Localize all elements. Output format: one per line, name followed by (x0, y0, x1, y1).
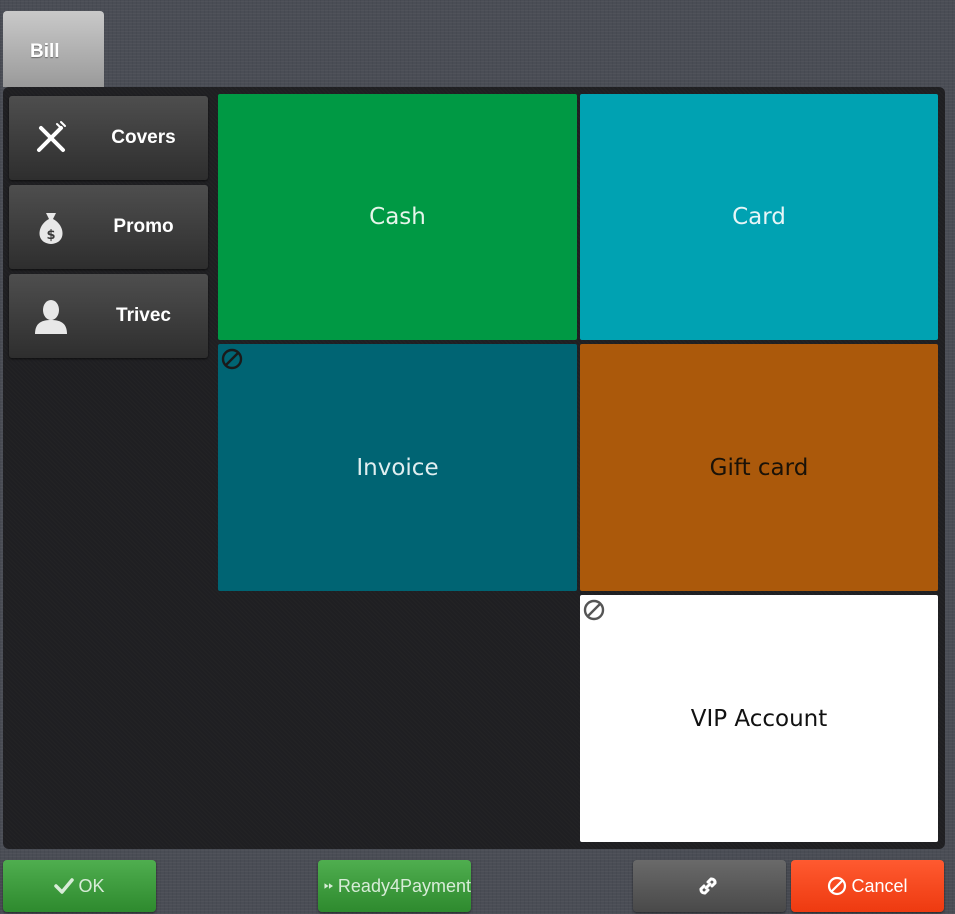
link-icon (698, 877, 717, 895)
invoice-tile[interactable]: Invoice (218, 344, 577, 591)
vip-account-tile[interactable]: VIP Account (580, 595, 938, 842)
ready-for-payment-button[interactable]: Ready4Payment (318, 860, 471, 912)
covers-button[interactable]: Covers (9, 96, 208, 180)
card-tile[interactable]: Card (580, 94, 938, 340)
covers-label: Covers (111, 127, 176, 148)
ok-button[interactable]: OK (3, 860, 156, 912)
cancel-button[interactable]: Cancel (791, 860, 944, 912)
user-icon (31, 296, 71, 336)
trivec-label: Trivec (116, 305, 171, 326)
checkmark-icon (54, 878, 75, 894)
gift-card-label: Gift card (709, 454, 809, 481)
fast-forward-icon (324, 883, 334, 889)
cancel-label: Cancel (851, 875, 908, 896)
svg-text:$: $ (46, 228, 55, 243)
ready-for-payment-label: Ready4Payment (337, 875, 471, 896)
tab-bill-label: Bill (30, 41, 60, 62)
gift-card-tile[interactable]: Gift card (580, 344, 938, 591)
blocked-icon (221, 348, 243, 370)
cash-label: Cash (369, 204, 426, 230)
trivec-button[interactable]: Trivec (9, 274, 208, 358)
cutlery-icon (31, 118, 71, 158)
cash-tile[interactable]: Cash (218, 94, 577, 340)
card-label: Card (732, 204, 786, 230)
promo-label: Promo (113, 216, 174, 237)
link-button[interactable] (633, 860, 786, 912)
tab-bill[interactable]: Bill (3, 11, 104, 87)
vip-account-label: VIP Account (690, 705, 828, 732)
promo-button[interactable]: $ Promo (9, 185, 208, 269)
blocked-icon (583, 599, 605, 621)
money-bag-icon: $ (31, 207, 71, 247)
invoice-label: Invoice (356, 454, 439, 481)
ok-label: OK (78, 875, 105, 896)
cancel-icon (828, 876, 847, 896)
